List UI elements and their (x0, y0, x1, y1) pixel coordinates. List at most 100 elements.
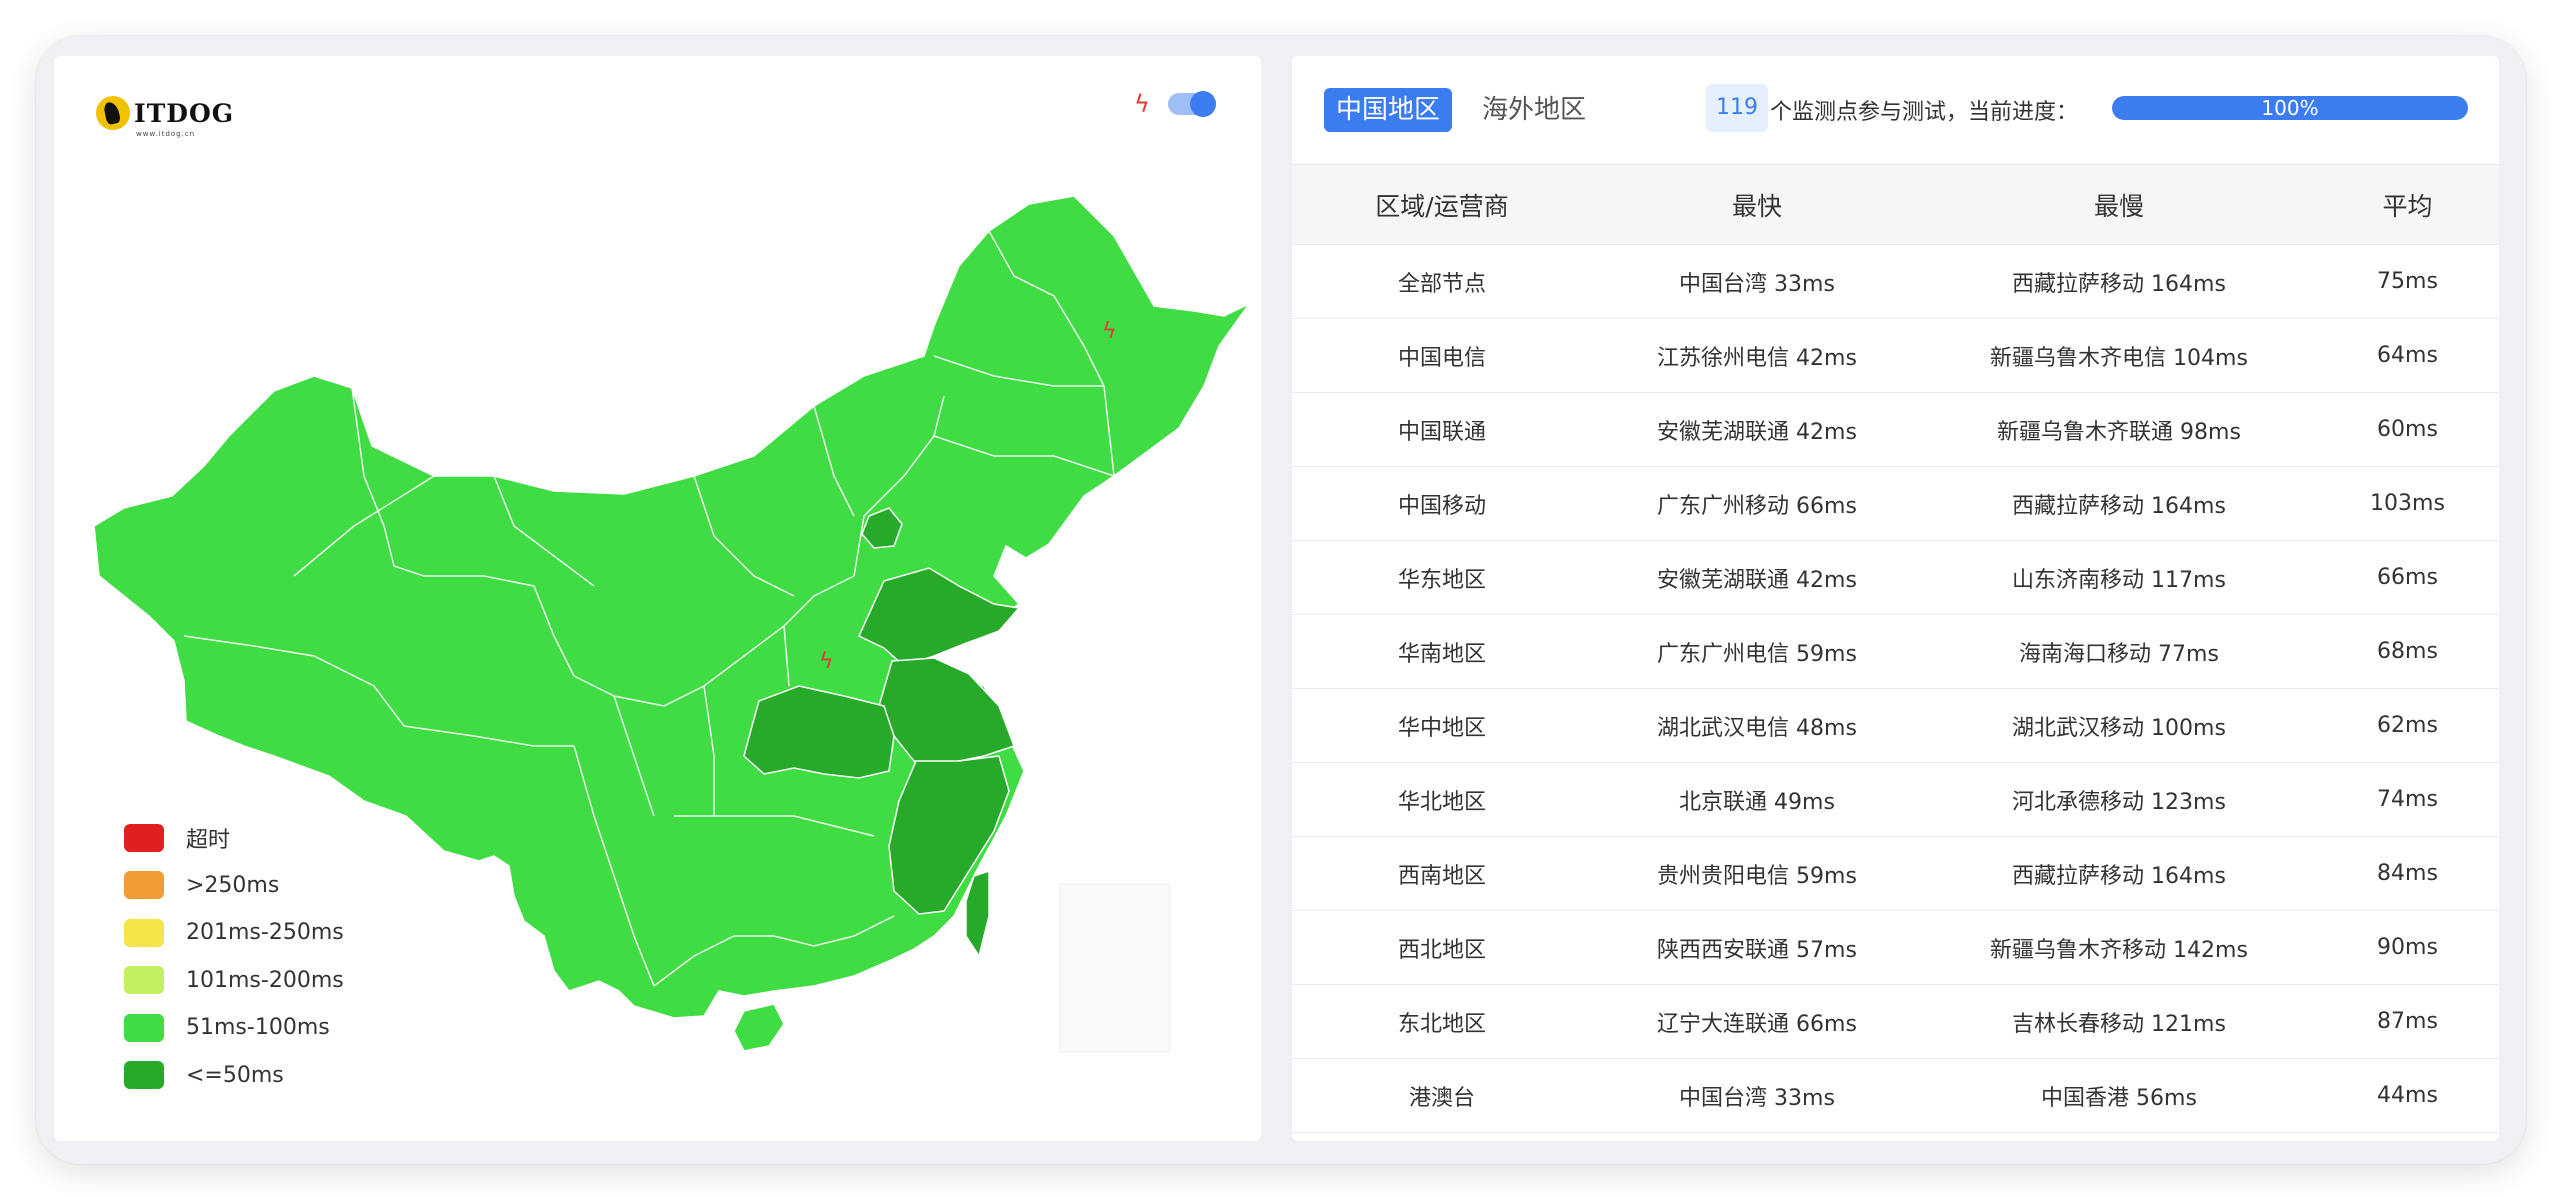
cell-region: 华北地区 (1292, 762, 1592, 837)
cell-region: 华南地区 (1292, 614, 1592, 689)
table-row[interactable]: 全部节点 中国台湾 33ms 西藏拉萨移动 164ms 75ms (1292, 244, 2499, 319)
legend-item[interactable]: 201ms-250ms (124, 909, 344, 957)
cell-slowest: 新疆乌鲁木齐联通 98ms (1922, 392, 2316, 467)
tab-china[interactable]: 中国地区 (1324, 88, 1453, 132)
table-row[interactable]: 华南地区 广东广州电信 59ms 海南海口移动 77ms 68ms (1292, 614, 2499, 689)
cell-average: 90ms (2316, 910, 2499, 985)
cell-slowest: 山东济南移动 117ms (1922, 540, 2316, 615)
cell-fastest: 广东广州移动 66ms (1592, 466, 1922, 541)
cell-average: 64ms (2316, 318, 2499, 393)
cell-slowest: 吉林长春移动 121ms (1922, 984, 2316, 1059)
header-fastest[interactable]: 最快 (1592, 164, 1922, 245)
cell-region: 中国电信 (1292, 318, 1592, 393)
cell-fastest: 广东广州电信 59ms (1592, 614, 1922, 689)
cell-fastest: 安徽芜湖联通 42ms (1592, 540, 1922, 615)
lightning-icon: ϟ (819, 649, 834, 674)
table-row[interactable]: 中国移动 广东广州移动 66ms 西藏拉萨移动 164ms 103ms (1292, 466, 2499, 541)
cell-slowest: 河北承德移动 123ms (1922, 762, 2316, 837)
legend-swatch (124, 1013, 164, 1042)
latency-legend: 超时 >250ms 201ms-250ms 101ms-200ms 51ms-100ms… (124, 814, 344, 1099)
legend-swatch (124, 918, 164, 947)
cell-region: 中国联通 (1292, 392, 1592, 467)
legend-item[interactable]: 超时 (124, 814, 344, 862)
cell-fastest: 江苏徐州电信 42ms (1592, 318, 1922, 393)
cell-average: 62ms (2316, 688, 2499, 763)
cell-region: 华东地区 (1292, 540, 1592, 615)
cell-average: 68ms (2316, 614, 2499, 689)
cell-fastest: 湖北武汉电信 48ms (1592, 688, 1922, 763)
south-china-sea-inset (1059, 883, 1171, 1053)
legend-swatch (124, 966, 164, 995)
cell-average: 60ms (2316, 392, 2499, 467)
table-row[interactable]: 港澳台 中国台湾 33ms 中国香港 56ms 44ms (1292, 1058, 2499, 1133)
header-region[interactable]: 区域/运营商 (1292, 164, 1592, 245)
header-average[interactable]: 平均 (2316, 164, 2499, 245)
legend-swatch (124, 823, 164, 852)
table-row[interactable]: 中国电信 江苏徐州电信 42ms 新疆乌鲁木齐电信 104ms 64ms (1292, 318, 2499, 393)
legend-label: 超时 (186, 827, 231, 853)
header-slowest[interactable]: 最慢 (1922, 164, 2316, 245)
legend-label: >250ms (186, 872, 280, 898)
cell-fastest: 安徽芜湖联通 42ms (1592, 392, 1922, 467)
cell-region: 西北地区 (1292, 910, 1592, 985)
cell-slowest: 中国香港 56ms (1922, 1058, 2316, 1133)
cell-region: 港澳台 (1292, 1058, 1592, 1133)
progress-fill: 100% (2112, 96, 2468, 120)
legend-item[interactable]: >250ms (124, 862, 344, 910)
cell-fastest: 辽宁大连联通 66ms (1592, 984, 1922, 1059)
cell-slowest: 湖北武汉移动 100ms (1922, 688, 2316, 763)
toolbar: 中国地区 海外地区 119 个监测点参与测试，当前进度： 100% (1292, 56, 2499, 164)
cell-average: 75ms (2316, 244, 2499, 319)
cell-region: 华中地区 (1292, 688, 1592, 763)
cell-slowest: 西藏拉萨移动 164ms (1922, 466, 2316, 541)
cell-slowest: 海南海口移动 77ms (1922, 614, 2316, 689)
legend-label: 51ms-100ms (186, 1015, 330, 1041)
table-row[interactable]: 西北地区 陕西西安联通 57ms 新疆乌鲁木齐移动 142ms 90ms (1292, 910, 2499, 985)
cell-region: 东北地区 (1292, 984, 1592, 1059)
cell-slowest: 西藏拉萨移动 164ms (1922, 836, 2316, 911)
cell-fastest: 中国台湾 33ms (1592, 244, 1922, 319)
tab-overseas[interactable]: 海外地区 (1470, 88, 1598, 132)
results-table: 区域/运营商 最快 最慢 平均 全部节点 中国台湾 33ms 西藏拉萨移动 164m… (1292, 164, 2499, 1133)
cell-slowest: 西藏拉萨移动 164ms (1922, 244, 2316, 319)
cell-fastest: 陕西西安联通 57ms (1592, 910, 1922, 985)
map-hainan[interactable] (733, 1003, 785, 1052)
cell-average: 66ms (2316, 540, 2499, 615)
node-count-badge: 119 (1706, 84, 1768, 132)
cell-average: 74ms (2316, 762, 2499, 837)
table-row[interactable]: 华东地区 安徽芜湖联通 42ms 山东济南移动 117ms 66ms (1292, 540, 2499, 615)
legend-item[interactable]: <=50ms (124, 1052, 344, 1100)
legend-label: 101ms-200ms (186, 967, 344, 993)
legend-label: <=50ms (186, 1062, 284, 1088)
cell-slowest: 新疆乌鲁木齐移动 142ms (1922, 910, 2316, 985)
table-body: 全部节点 中国台湾 33ms 西藏拉萨移动 164ms 75ms 中国电信 江苏徐州电信 … (1292, 244, 2499, 1133)
lightning-icon: ϟ (1102, 319, 1117, 344)
cell-fastest: 贵州贵阳电信 59ms (1592, 836, 1922, 911)
results-panel: 中国地区 海外地区 119 个监测点参与测试，当前进度： 100% 区域/运营商… (1292, 56, 2499, 1141)
cell-average: 103ms (2316, 466, 2499, 541)
cell-average: 44ms (2316, 1058, 2499, 1133)
table-row[interactable]: 东北地区 辽宁大连联通 66ms 吉林长春移动 121ms 87ms (1292, 984, 2499, 1059)
progress-description: 个监测点参与测试，当前进度： (1770, 100, 2079, 125)
table-row[interactable]: 华中地区 湖北武汉电信 48ms 湖北武汉移动 100ms 62ms (1292, 688, 2499, 763)
legend-swatch (124, 871, 164, 900)
progress-bar: 100% (2112, 96, 2468, 120)
legend-item[interactable]: 51ms-100ms (124, 1004, 344, 1052)
cell-region: 中国移动 (1292, 466, 1592, 541)
cell-region: 全部节点 (1292, 244, 1592, 319)
table-row[interactable]: 中国联通 安徽芜湖联通 42ms 新疆乌鲁木齐联通 98ms 60ms (1292, 392, 2499, 467)
legend-swatch (124, 1061, 164, 1090)
progress-percent: 100% (2261, 96, 2319, 120)
table-header-row: 区域/运营商 最快 最慢 平均 (1292, 164, 2499, 245)
window-frame: ITDOG www.itdog.cn ϟ ϟ ϟ 超时 >250ms 201ms… (36, 36, 2526, 1164)
cell-average: 87ms (2316, 984, 2499, 1059)
map-panel: ITDOG www.itdog.cn ϟ ϟ ϟ 超时 >250ms 201ms… (54, 56, 1261, 1141)
cell-fastest: 中国台湾 33ms (1592, 1058, 1922, 1133)
legend-item[interactable]: 101ms-200ms (124, 957, 344, 1005)
cell-average: 84ms (2316, 836, 2499, 911)
cell-fastest: 北京联通 49ms (1592, 762, 1922, 837)
cell-region: 西南地区 (1292, 836, 1592, 911)
table-row[interactable]: 华北地区 北京联通 49ms 河北承德移动 123ms 74ms (1292, 762, 2499, 837)
legend-label: 201ms-250ms (186, 920, 344, 946)
table-row[interactable]: 西南地区 贵州贵阳电信 59ms 西藏拉萨移动 164ms 84ms (1292, 836, 2499, 911)
